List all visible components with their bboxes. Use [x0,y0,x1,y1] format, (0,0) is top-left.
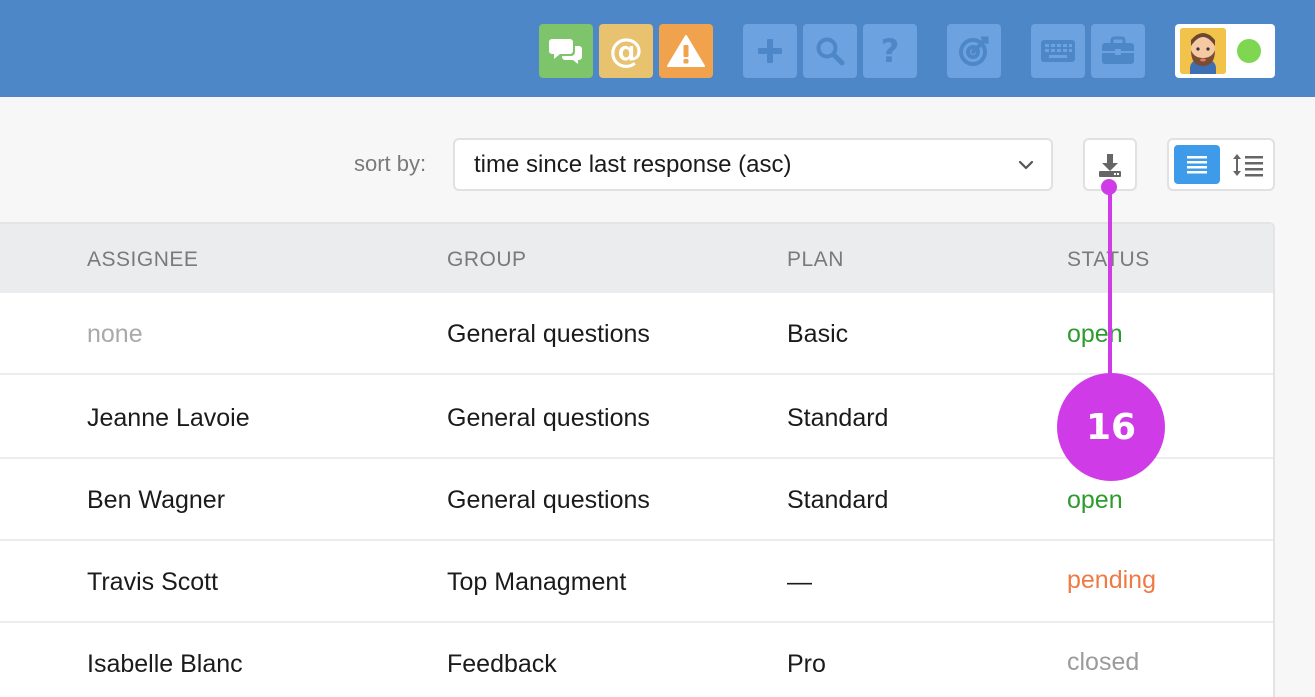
group-cell: Top Managment [447,568,627,596]
help-icon: ? [880,32,900,70]
assignee-cell: Travis Scott [87,568,219,596]
online-status-indicator [1237,39,1261,63]
plan-cell: Standard [787,486,889,514]
add-button[interactable] [743,24,797,78]
table-row[interactable]: Isabelle Blanc Feedback Pro closed [0,623,1273,697]
annotation-badge: 16 [1057,373,1165,481]
briefcase-button[interactable] [1091,24,1145,78]
sort-label: sort by: [354,151,427,176]
chevron-down-icon [1018,160,1034,170]
view-mode-toggle [1167,138,1275,191]
sort-selected-value: time since last response (asc) [474,151,792,178]
status-cell: open [1067,486,1123,514]
plan-cell: Basic [787,320,849,348]
sort-dropdown[interactable]: time since last response (asc) [453,138,1053,191]
list-view-button[interactable] [1174,145,1220,184]
column-header-assignee[interactable]: ASSIGNEE [87,247,198,273]
help-button[interactable]: ? [863,24,917,78]
annotation-dot [1101,179,1117,195]
search-button[interactable] [803,24,857,78]
compact-view-button[interactable] [1226,145,1270,184]
plan-cell: — [787,568,812,596]
avatar [1180,28,1226,74]
keyboard-shortcuts-button[interactable] [1031,24,1085,78]
group-cell: General questions [447,320,650,348]
alert-icon [667,35,705,67]
at-icon: @ [609,31,643,71]
table-header: ASSIGNEE GROUP PLAN STATUS [0,224,1273,293]
mentions-button[interactable]: @ [599,24,653,78]
search-icon [816,37,845,66]
status-cell: open [1067,320,1123,348]
assignee-cell: Ben Wagner [87,486,226,514]
column-header-group[interactable]: GROUP [447,247,527,273]
group-cell: Feedback [447,650,557,678]
plus-icon [758,39,782,63]
list-view-icon [1187,155,1207,173]
chat-icon [549,39,582,64]
target-icon [959,36,989,66]
table-row[interactable]: Travis Scott Top Managment — pending [0,541,1273,623]
plan-cell: Standard [787,404,889,432]
top-bar: @ ? [0,0,1315,97]
download-icon [1099,153,1121,177]
assignee-cell: Jeanne Lavoie [87,404,250,432]
keyboard-icon [1041,40,1075,62]
table-row[interactable]: none General questions Basic open [0,293,1273,375]
group-cell: General questions [447,486,650,514]
briefcase-icon [1102,36,1134,64]
status-cell: closed [1067,648,1140,676]
plan-cell: Pro [787,650,826,678]
column-header-plan[interactable]: PLAN [787,247,844,273]
assignee-cell: Isabelle Blanc [87,650,243,678]
chat-button[interactable] [539,24,593,78]
group-cell: General questions [447,404,650,432]
assignee-cell: none [87,320,143,348]
user-menu[interactable] [1175,24,1275,78]
annotation-line [1108,186,1112,386]
status-cell: pending [1067,566,1156,594]
avatar-icon [1180,28,1226,74]
compact-view-icon [1233,153,1263,176]
alerts-button[interactable] [659,24,713,78]
goals-button[interactable] [947,24,1001,78]
